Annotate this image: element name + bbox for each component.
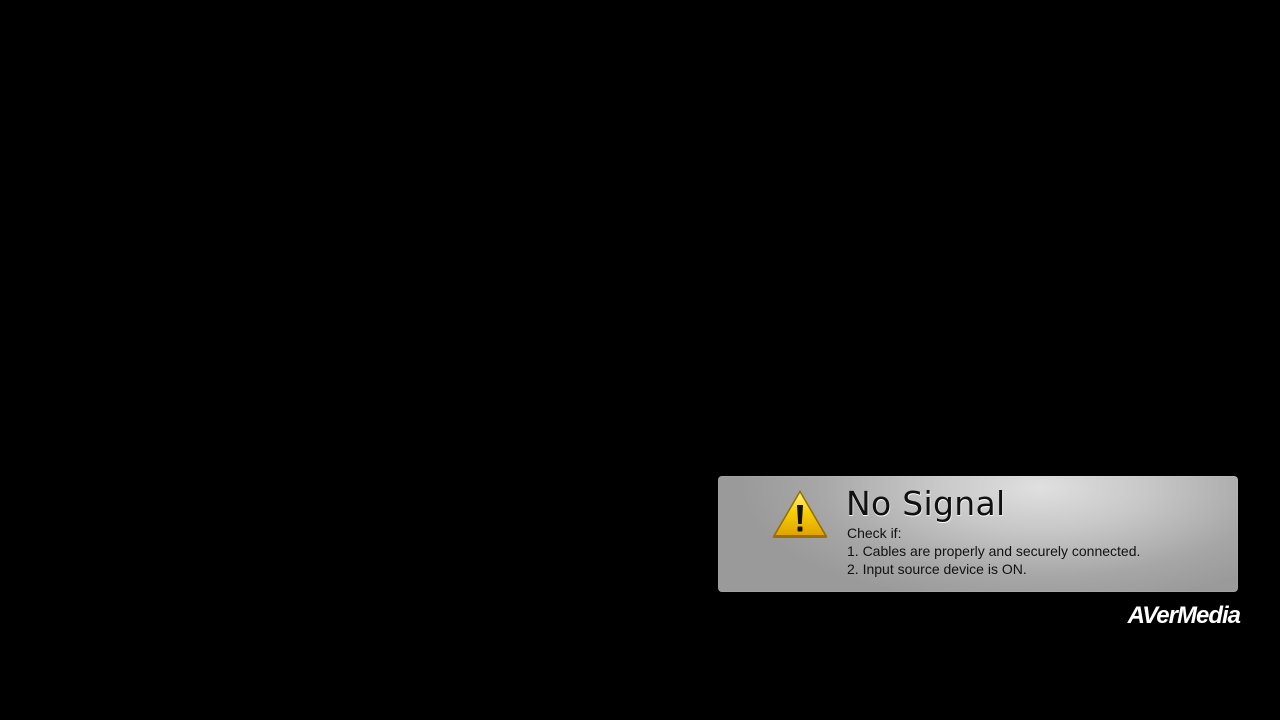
no-signal-screen: No Signal Check if: 1. Cables are proper…: [0, 0, 1280, 720]
brand-logo: AVerMedia: [1127, 602, 1241, 629]
check-item: 1. Cables are properly and securely conn…: [847, 543, 1141, 559]
check-label: Check if:: [847, 525, 902, 541]
warning-icon: [772, 490, 828, 538]
dialog-title: No Signal: [846, 484, 1006, 523]
check-item: 2. Input source device is ON.: [847, 561, 1027, 577]
dialog-message: Check if: 1. Cables are properly and sec…: [847, 524, 1140, 578]
no-signal-panel: No Signal Check if: 1. Cables are proper…: [718, 476, 1238, 592]
